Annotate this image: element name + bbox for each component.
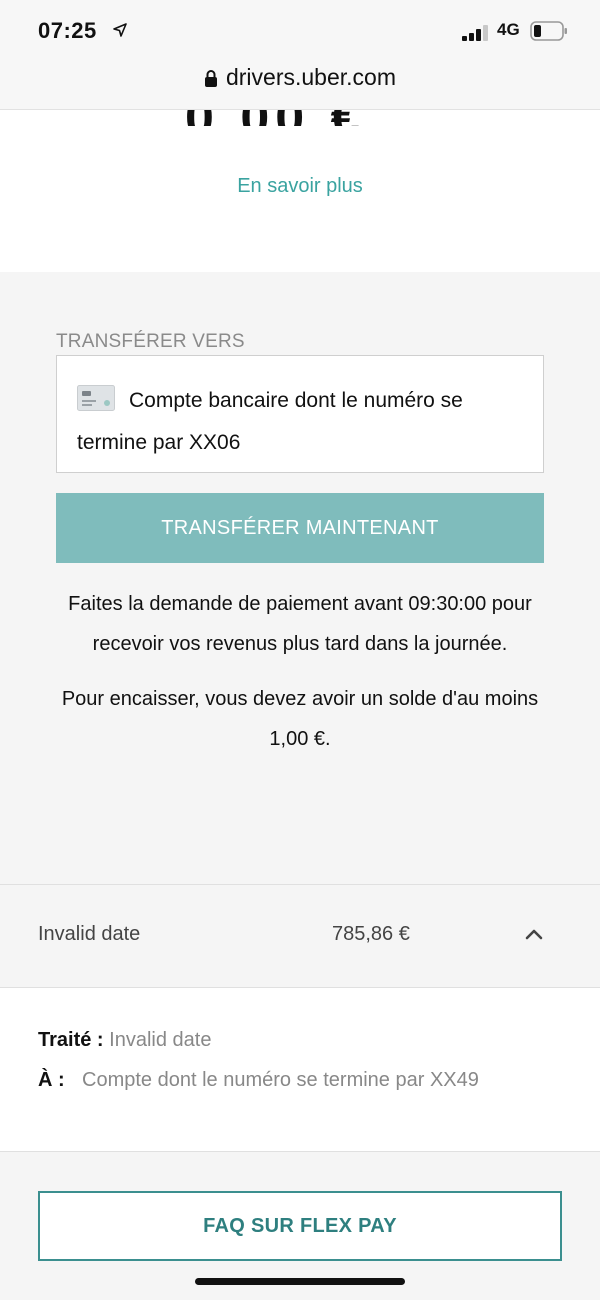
destination-line: À : Compte dont le numéro se termine par … <box>38 1069 479 1092</box>
lock-icon <box>204 70 217 87</box>
bank-card-icon <box>77 385 115 411</box>
signal-strength-icon <box>462 25 488 41</box>
home-indicator[interactable] <box>195 1278 405 1285</box>
processed-value: Invalid date <box>109 1029 212 1051</box>
destination-label: À : <box>38 1069 65 1091</box>
payout-history-row[interactable]: Invalid date 785,86 € <box>0 884 600 988</box>
payout-date: Invalid date <box>38 923 141 945</box>
transfer-to-label: TRANSFÉRER VERS <box>56 331 245 352</box>
bank-account-text: Compte bancaire dont le numéro se termin… <box>77 389 463 454</box>
url-text: drivers.uber.com <box>225 64 396 90</box>
processed-line: Traité : Invalid date <box>38 1029 211 1052</box>
network-type: 4G <box>497 20 520 39</box>
flex-pay-faq-button[interactable]: FAQ SUR FLEX PAY <box>38 1191 562 1261</box>
address-bar[interactable]: drivers.uber.com <box>0 64 600 91</box>
battery-icon <box>530 21 567 41</box>
processed-label: Traité : <box>38 1029 104 1051</box>
payout-amount: 785,86 € <box>332 923 410 945</box>
status-time: 07:25 <box>38 18 97 43</box>
chevron-up-icon[interactable] <box>524 927 544 941</box>
payout-details: Traité : Invalid date À : Compte dont le … <box>0 988 600 1152</box>
transfer-now-button[interactable]: TRANSFÉRER MAINTENANT <box>56 493 544 563</box>
bank-account-selector[interactable]: Compte bancaire dont le numéro se termin… <box>56 355 544 473</box>
browser-top-bar: 07:25 4G drivers.uber.com <box>0 0 600 110</box>
location-arrow-icon <box>113 23 127 37</box>
payment-deadline-info: Faites la demande de paiement avant 09:3… <box>68 593 532 655</box>
learn-more-link[interactable]: En savoir plus <box>0 175 600 198</box>
destination-value: Compte dont le numéro se termine par XX4… <box>82 1069 479 1091</box>
minimum-balance-info: Pour encaisser, vous devez avoir un sold… <box>61 688 539 750</box>
